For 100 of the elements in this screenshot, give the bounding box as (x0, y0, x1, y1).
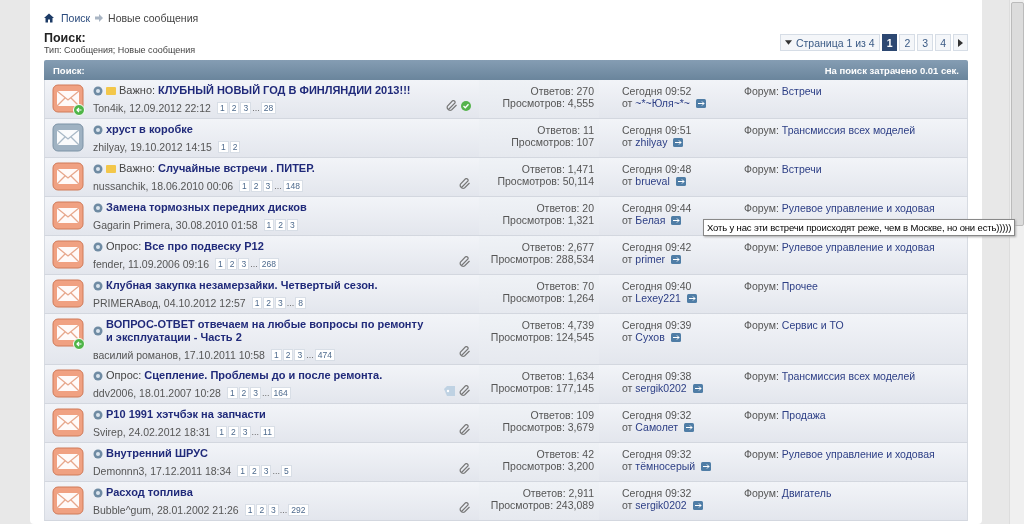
view-count: Просмотров: 1,264 (501, 292, 594, 304)
page-gap: ... (279, 505, 288, 515)
page-link[interactable]: 164 (270, 387, 291, 399)
page-link[interactable]: 2 (229, 141, 241, 153)
page-link[interactable]: 1 (226, 387, 238, 399)
go-to-post-icon[interactable] (701, 461, 712, 471)
last-post-time: Сегодня 09:44 (622, 202, 693, 214)
page-link[interactable]: 1 (215, 258, 226, 270)
page-link[interactable]: 1 (217, 141, 229, 153)
page-link[interactable]: 3 (268, 504, 279, 516)
page-number[interactable]: 3 (917, 34, 934, 51)
forum-link[interactable]: Трансмиссия всех моделей (781, 370, 916, 382)
go-to-post-icon[interactable] (671, 215, 682, 225)
thread-title[interactable]: Случайные встречи . ПИТЕР. (158, 162, 315, 175)
forum-link[interactable]: Рулевое управление и ходовая (781, 202, 935, 214)
forum-link[interactable]: Двигатель (781, 487, 832, 499)
page-link[interactable]: 3 (238, 258, 250, 270)
thread-title[interactable]: хруст в коробке (106, 123, 193, 136)
thread-title[interactable]: ВОПРОС-ОТВЕТ отвечаем на любые вопросы по ремонту и эксплуатации - Часть 2 (106, 318, 431, 344)
thread-title[interactable]: КЛУБНЫЙ НОВЫЙ ГОД В ФИНЛЯНДИИ 2013!!! (158, 84, 411, 97)
page-link[interactable]: 3 (275, 297, 286, 309)
go-to-post-icon[interactable] (670, 332, 681, 342)
view-count: Просмотров: 288,534 (489, 253, 594, 265)
thread-title[interactable]: Расход топлива (106, 486, 193, 499)
page-link[interactable]: 1 (216, 102, 228, 114)
page-link[interactable]: 474 (314, 349, 335, 361)
view-count: Просмотров: 107 (510, 136, 594, 148)
page-link[interactable]: 2 (250, 180, 262, 192)
search-time: На поиск затрачено 0.01 сек. (824, 64, 959, 76)
forum-link[interactable]: Прочее (781, 280, 818, 292)
page-link[interactable]: 2 (275, 219, 287, 231)
page-link[interactable]: 268 (258, 258, 279, 270)
forum-link[interactable]: Продажа (781, 409, 826, 421)
go-to-post-icon[interactable] (671, 254, 682, 264)
go-to-post-icon[interactable] (675, 176, 686, 186)
page-link[interactable]: 1 (239, 180, 250, 192)
page-link[interactable]: 2 (248, 465, 260, 477)
page-link[interactable]: 1 (270, 349, 282, 361)
page-link[interactable]: 3 (240, 102, 252, 114)
forum-link[interactable]: Трансмиссия всех моделей (781, 124, 916, 136)
page-link[interactable]: 3 (239, 426, 251, 438)
page-gap: ... (250, 259, 258, 269)
page-number[interactable]: 1 (881, 34, 898, 51)
forum-link[interactable]: Встречи (781, 163, 822, 175)
last-post-time: Сегодня 09:38 (622, 370, 693, 382)
go-to-post-icon[interactable] (684, 422, 695, 432)
view-count: Просмотров: 177,145 (489, 382, 594, 394)
forum-link[interactable]: Рулевое управление и ходовая (781, 241, 935, 253)
go-to-post-icon[interactable] (673, 137, 684, 147)
page-link[interactable]: 2 (238, 387, 250, 399)
page-link[interactable]: 28 (260, 102, 277, 114)
go-to-post-icon[interactable] (686, 293, 697, 303)
next-page-button[interactable] (953, 34, 968, 51)
page-jump-button[interactable]: Страница 1 из 4 (779, 34, 880, 51)
page-link[interactable]: 3 (294, 349, 306, 361)
breadcrumb-link[interactable]: Поиск (61, 12, 91, 24)
page-link[interactable]: 2 (263, 297, 275, 309)
thread-title[interactable]: Сцепление. Проблемы до и после ремонта. (144, 369, 383, 382)
last-post-time: Сегодня 09:40 (622, 280, 693, 292)
page-link[interactable]: 2 (228, 426, 239, 438)
page-link[interactable]: 148 (282, 180, 303, 192)
page-link[interactable]: 2 (226, 258, 238, 270)
forum-label: Форум: (744, 448, 779, 460)
page-number[interactable]: 4 (935, 34, 951, 51)
forum-link[interactable]: Встречи (781, 85, 822, 97)
thread-author: василий романов, 17.10.2011 10:58 (93, 349, 265, 361)
go-to-post-icon[interactable] (696, 98, 706, 108)
thread-title[interactable]: Все про подвеску P12 (144, 240, 264, 253)
page-link[interactable]: 1 (251, 297, 263, 309)
thread-title[interactable]: Замена тормозных передних дисков (106, 201, 307, 214)
page-link[interactable]: 3 (250, 387, 262, 399)
scrollbar[interactable] (1009, 0, 1024, 524)
page-link[interactable]: 1 (263, 219, 275, 231)
thread-title[interactable]: Внутренний ШРУС (106, 447, 208, 460)
page-link[interactable]: 11 (260, 426, 275, 438)
page-link[interactable]: 2 (228, 102, 240, 114)
page-number[interactable]: 2 (899, 34, 916, 51)
forum-link[interactable]: Рулевое управление и ходовая (781, 448, 935, 460)
forum-link[interactable]: Сервис и ТО (781, 319, 844, 331)
page-link[interactable]: 2 (282, 349, 294, 361)
last-post-time: Сегодня 09:48 (622, 163, 693, 175)
thread-title[interactable]: P10 1991 хэтчбэк на запчасти (106, 408, 266, 421)
page-link[interactable]: 1 (237, 465, 248, 477)
page-link[interactable]: 2 (256, 504, 268, 516)
page-link[interactable]: 292 (288, 504, 309, 516)
thread-title[interactable]: Клубная закупка незамерзайки. Четвертый сезон. (106, 279, 378, 292)
page-link[interactable]: 1 (216, 426, 228, 438)
page-link[interactable]: 5 (280, 465, 292, 477)
go-to-post-icon[interactable] (692, 383, 703, 393)
last-post-author: от ~*~Юля~*~ (622, 97, 690, 109)
page-gap: ... (272, 466, 280, 476)
page-gap: ... (251, 427, 260, 437)
page-link[interactable]: 8 (295, 297, 307, 309)
go-to-post-icon[interactable] (692, 500, 703, 510)
scrollbar-thumb[interactable] (1011, 2, 1024, 226)
page-link[interactable]: 3 (287, 219, 298, 231)
home-icon[interactable] (44, 13, 54, 23)
page-link[interactable]: 1 (244, 504, 256, 516)
page-link[interactable]: 3 (262, 180, 274, 192)
page-link[interactable]: 3 (260, 465, 272, 477)
